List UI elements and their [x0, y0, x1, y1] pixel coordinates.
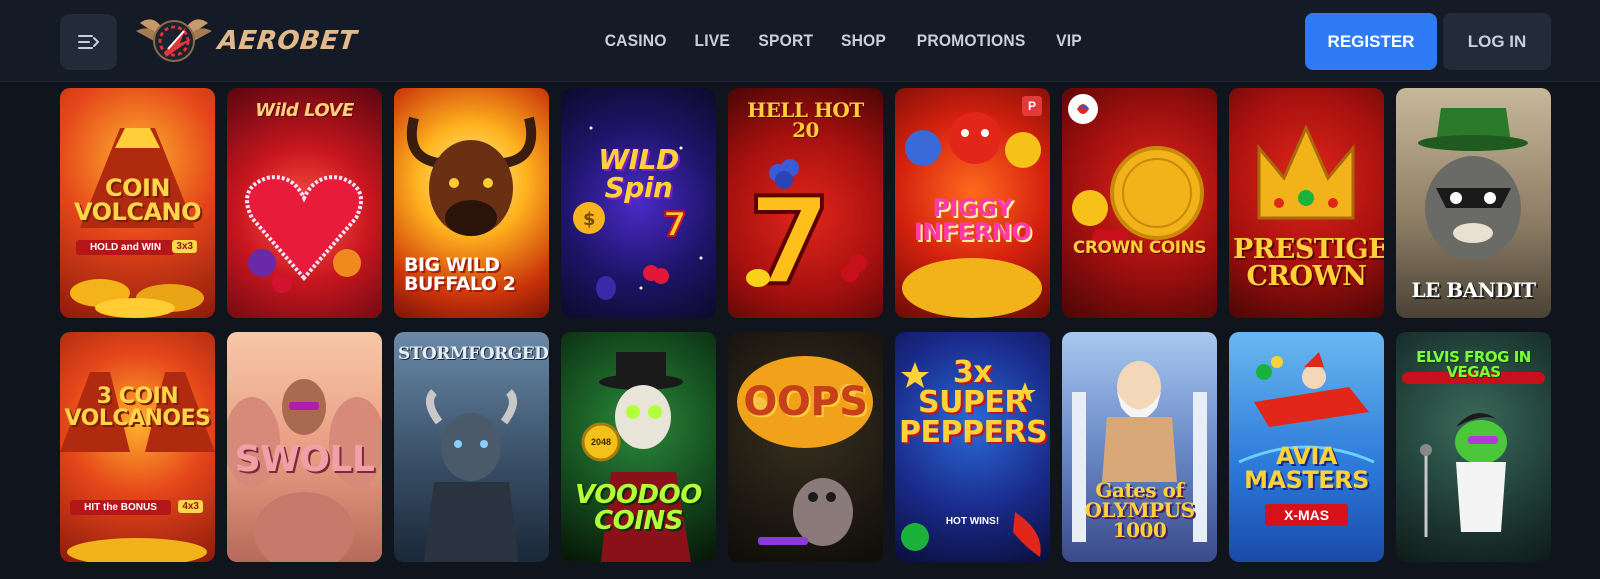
game-title: OOPS: [743, 379, 868, 425]
game-title: HELL HOT 20: [747, 98, 864, 142]
nav-shop[interactable]: SHOP: [841, 31, 886, 51]
game-subtitle: HOLD and WIN: [76, 240, 175, 255]
game-tile-3x-super-peppers[interactable]: 3x SUPER PEPPERS HOT WINS!: [895, 332, 1050, 562]
game-tile-prestige-crown[interactable]: PRESTIGE CROWN: [1229, 88, 1384, 318]
game-tile-piggy-inferno[interactable]: P PIGGY INFERNO: [895, 88, 1050, 318]
aerobet-emblem-icon: [136, 19, 212, 62]
register-button[interactable]: REGISTER: [1305, 13, 1437, 70]
game-title: WILD Spin: [598, 143, 679, 204]
game-title: ELVIS FROG IN VEGAS: [1416, 348, 1531, 381]
game-tile-crown-coins[interactable]: CROWN COINS: [1062, 88, 1217, 318]
brand-name: AEROBET: [216, 26, 359, 56]
game-tile-oops[interactable]: OOPS: [728, 332, 883, 562]
menu-button[interactable]: [60, 14, 117, 70]
game-title: AVIA MASTERS: [1244, 442, 1369, 494]
nav-sport[interactable]: SPORT: [758, 31, 813, 51]
brand-logo[interactable]: AEROBET: [134, 8, 359, 74]
game-tile-le-bandit[interactable]: LE BANDIT: [1396, 88, 1551, 318]
game-badge: 4x3: [178, 500, 203, 513]
svg-text:7: 7: [748, 173, 832, 312]
game-subtitle: X-MAS: [1265, 504, 1348, 526]
game-title: STORMFORGED: [398, 344, 549, 364]
game-tile-big-wild-buffalo-2[interactable]: BIG WILD BUFFALO 2: [394, 88, 549, 318]
svg-text:7: 7: [663, 205, 687, 245]
game-tile-avia-masters-x-mas[interactable]: AVIA MASTERS X-MAS: [1229, 332, 1384, 562]
game-title: SWOLL: [234, 439, 375, 480]
game-tile-wild-spin[interactable]: $ 7 WILD Spin: [561, 88, 716, 318]
nav-live[interactable]: LIVE: [695, 31, 731, 51]
game-title: CROWN COINS: [1072, 238, 1207, 258]
game-title: 3 COIN VOLCANOES: [64, 384, 211, 431]
game-tile-elvis-frog-in-vegas[interactable]: ELVIS FROG IN VEGAS: [1396, 332, 1551, 562]
game-title: 3x SUPER PEPPERS: [899, 355, 1048, 450]
provider-logo-icon: [1068, 94, 1098, 124]
game-tile-stormforged[interactable]: STORMFORGED: [394, 332, 549, 562]
game-badge: 3x3: [172, 240, 197, 253]
game-subtitle: HIT the BONUS: [70, 500, 171, 515]
top-header: AEROBET CASINO LIVE SPORT SHOP PROMOTION…: [0, 0, 1600, 82]
game-tile-swoll[interactable]: SWOLL: [227, 332, 382, 562]
game-subtitle: HOT WINS!: [945, 516, 1000, 527]
game-tile-3-coin-volcanoes[interactable]: 3 COIN VOLCANOES HIT the BONUS 4x3: [60, 332, 215, 562]
game-title: Wild LOVE: [255, 100, 354, 121]
game-tile-wild-love[interactable]: Wild LOVE: [227, 88, 382, 318]
game-title: COIN VOLCANO: [73, 174, 202, 226]
game-title: PRESTIGE CROWN: [1233, 234, 1384, 292]
login-button[interactable]: LOG IN: [1443, 13, 1551, 70]
game-title: PIGGY INFERNO: [913, 194, 1032, 246]
game-tile-coin-volcano[interactable]: COIN VOLCANO HOLD and WIN 3x3: [60, 88, 215, 318]
svg-text:$: $: [583, 209, 596, 230]
game-title: VOODOO COINS: [575, 480, 702, 536]
main-nav: CASINO LIVE SPORT SHOP PROMOTIONS VIP: [602, 0, 1107, 82]
nav-promotions[interactable]: PROMOTIONS: [917, 31, 1026, 51]
game-title: LE BANDIT: [1411, 278, 1536, 302]
provider-badge: P: [1022, 96, 1042, 116]
game-title: Gates of OLYMPUS 1000: [1084, 478, 1195, 542]
nav-vip[interactable]: VIP: [1056, 31, 1082, 51]
game-tile-voodoo-coins[interactable]: 2048 VOODOO COINS: [561, 332, 716, 562]
game-tile-hell-hot-20[interactable]: 7 HELL HOT 20: [728, 88, 883, 318]
menu-icon: [77, 35, 99, 49]
game-tile-gates-of-olympus-1000[interactable]: Gates of OLYMPUS 1000: [1062, 332, 1217, 562]
game-badge: 2048: [591, 437, 612, 447]
nav-casino[interactable]: CASINO: [605, 31, 667, 51]
game-title: BIG WILD BUFFALO 2: [404, 254, 516, 295]
